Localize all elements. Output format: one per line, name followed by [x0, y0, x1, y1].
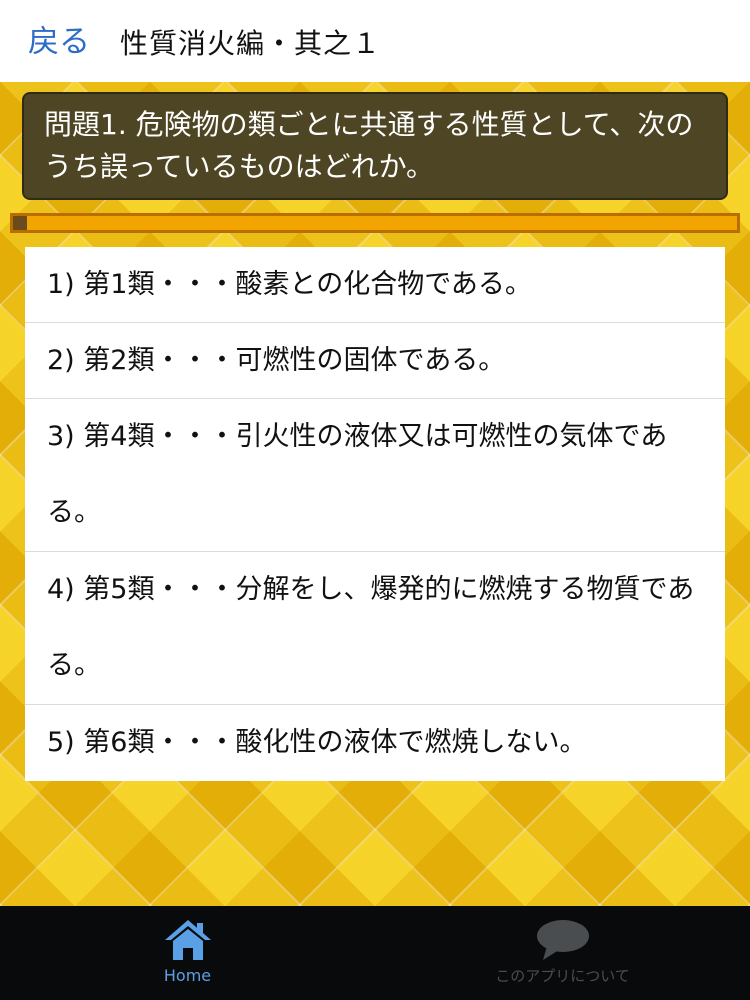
answer-option-4[interactable]: 4) 第5類・・・分解をし、爆発的に燃焼する物質である。	[25, 552, 725, 705]
back-button[interactable]: 戻る	[28, 22, 90, 62]
question-box: 問題1. 危険物の類ごとに共通する性質として、次のうち誤っているものはどれか。	[22, 92, 728, 200]
progress-fill	[13, 216, 28, 230]
nav-home-label: Home	[163, 966, 212, 985]
nav-home-tab[interactable]: Home	[0, 906, 375, 1000]
nav-about-label: このアプリについて	[495, 967, 630, 985]
answer-list: 1) 第1類・・・酸素との化合物である。 2) 第2類・・・可燃性の固体である。…	[25, 247, 725, 781]
page-title: 性質消火編・其之１	[120, 27, 382, 60]
answer-option-label: 4) 第5類・・・分解をし、爆発的に燃焼する物質である。	[47, 574, 695, 681]
answer-option-3[interactable]: 3) 第4類・・・引火性の液体又は可燃性の気体である。	[25, 399, 725, 552]
answer-option-label: 1) 第1類・・・酸素との化合物である。	[47, 269, 532, 300]
nav-about-tab[interactable]: このアプリについて	[375, 906, 750, 1000]
answer-option-label: 2) 第2類・・・可燃性の固体である。	[47, 345, 506, 376]
home-icon	[163, 918, 213, 966]
answer-option-2[interactable]: 2) 第2類・・・可燃性の固体である。	[25, 323, 725, 399]
quiz-content: 問題1. 危険物の類ごとに共通する性質として、次のうち誤っているものはどれか。 …	[0, 82, 750, 906]
answer-option-5[interactable]: 5) 第6類・・・酸化性の液体で燃焼しない。	[25, 705, 725, 781]
question-text: 問題1. 危険物の類ごとに共通する性質として、次のうち誤っているものはどれか。	[44, 108, 694, 183]
answer-option-label: 3) 第4類・・・引火性の液体又は可燃性の気体である。	[47, 421, 668, 528]
answer-option-label: 5) 第6類・・・酸化性の液体で燃焼しない。	[47, 727, 587, 758]
app-header: 戻る 性質消火編・其之１	[0, 0, 750, 82]
speech-bubble-icon	[535, 918, 591, 966]
answer-option-1[interactable]: 1) 第1類・・・酸素との化合物である。	[25, 247, 725, 323]
bottom-navigation: Home このアプリについて	[0, 906, 750, 1000]
progress-bar	[10, 213, 740, 233]
